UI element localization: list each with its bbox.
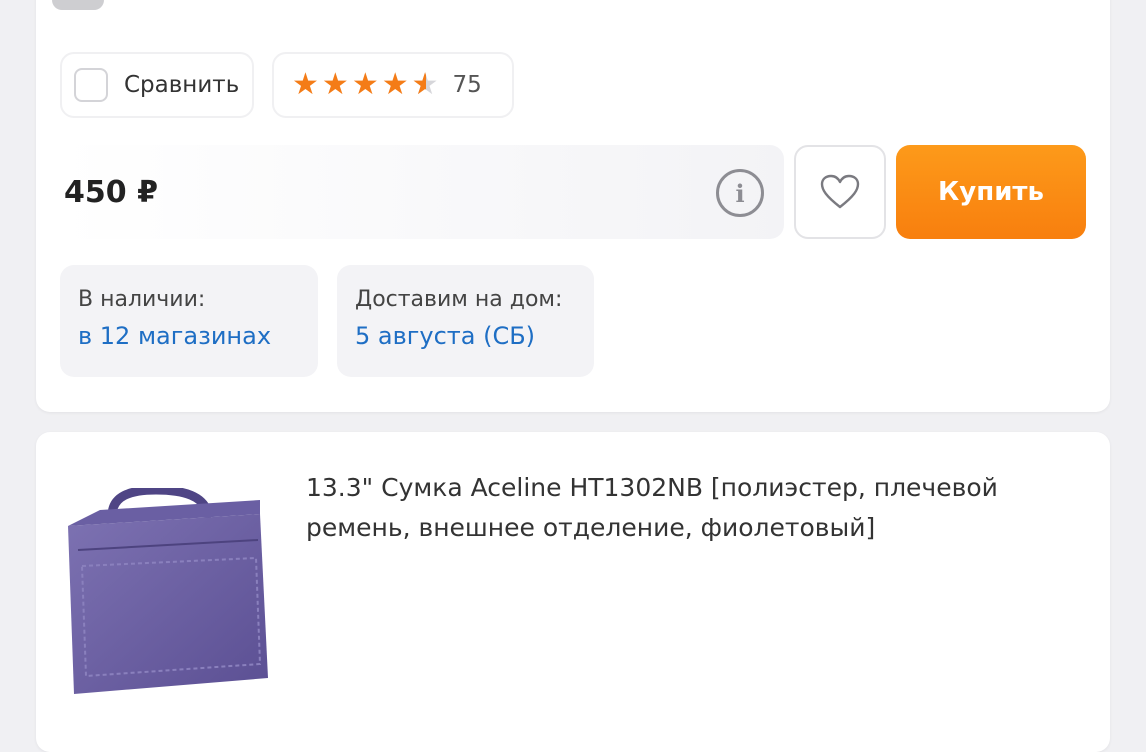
compare-label: Сравнить bbox=[124, 72, 240, 98]
stock-label: В наличии: bbox=[78, 287, 206, 312]
rating-widget[interactable]: ★ ★ ★ ★ ★ 75 bbox=[272, 52, 514, 118]
star-icon: ★ bbox=[351, 67, 379, 102]
buy-button[interactable]: Купить bbox=[896, 145, 1086, 239]
half-star-icon: ★ bbox=[412, 70, 439, 101]
compare-toggle[interactable]: Сравнить bbox=[60, 52, 254, 118]
availability-delivery: Доставим на дом: 5 августа (СБ) bbox=[337, 265, 594, 377]
star-icon: ★ bbox=[381, 67, 409, 102]
rating-stars: ★ ★ ★ ★ ★ bbox=[292, 67, 439, 102]
product-image[interactable] bbox=[60, 488, 272, 698]
review-count: 75 bbox=[452, 72, 482, 98]
compare-checkbox[interactable] bbox=[74, 68, 108, 102]
star-icon: ★ bbox=[321, 67, 349, 102]
price-block: 450 ₽ i bbox=[60, 145, 784, 239]
star-icon: ★ bbox=[292, 67, 319, 102]
wishlist-button[interactable] bbox=[794, 145, 886, 239]
product-price: 450 ₽ bbox=[64, 174, 158, 210]
cut-off-element bbox=[52, 0, 104, 10]
product-title-link[interactable]: 13.3" Сумка Aceline HT1302NB [полиэстер,… bbox=[306, 468, 1096, 548]
info-icon[interactable]: i bbox=[716, 169, 764, 217]
availability-stock: В наличии: в 12 магазинах bbox=[60, 265, 318, 377]
delivery-date-link[interactable]: 5 августа (СБ) bbox=[355, 322, 576, 350]
stock-stores-link[interactable]: в 12 магазинах bbox=[78, 322, 300, 350]
delivery-label: Доставим на дом: bbox=[355, 287, 563, 312]
heart-icon bbox=[820, 174, 860, 209]
